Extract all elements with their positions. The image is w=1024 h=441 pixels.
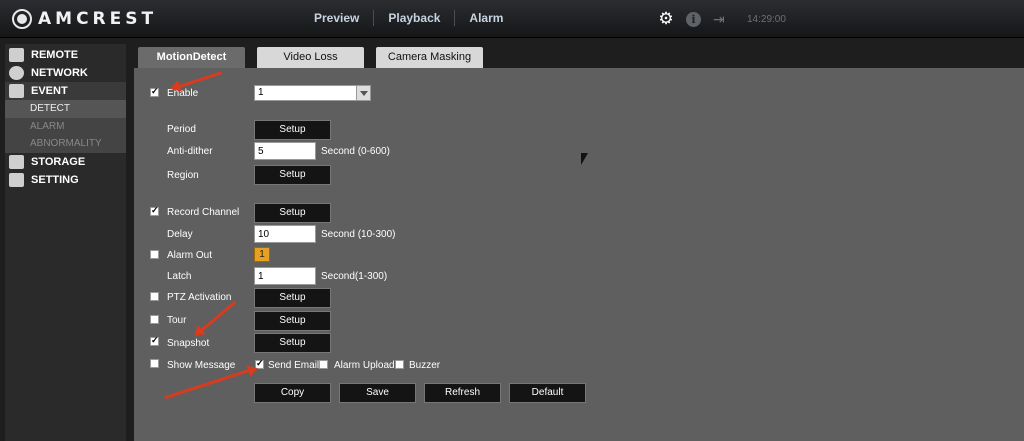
alarm-out-label: Alarm Out [167, 250, 213, 261]
top-bar: AMCREST Preview Playback Alarm ⚙ i ⇥ 14:… [0, 0, 1024, 38]
tour-setup-button[interactable]: Setup [254, 311, 331, 331]
show-message-label: Show Message [167, 360, 236, 371]
delay-input[interactable]: 10 [254, 225, 316, 243]
delay-unit: Second (10-300) [321, 229, 396, 240]
info-icon[interactable]: i [686, 11, 701, 27]
tab-bar: MotionDetect Video Loss Camera Masking [138, 47, 495, 68]
nav-playback[interactable]: Playback [374, 10, 456, 26]
record-channel-setup-button[interactable]: Setup [254, 203, 331, 223]
save-button[interactable]: Save [339, 383, 416, 403]
sidebar-sub-alarm[interactable]: ALARM [5, 117, 126, 135]
alarm-upload-label: Alarm Upload [334, 360, 395, 371]
sidebar-item-network[interactable]: NETWORK [5, 64, 126, 82]
alarm-out-channel-button[interactable]: 1 [254, 247, 270, 262]
buzzer-checkbox[interactable] [395, 360, 404, 369]
sidebar-item-label: EVENT [31, 85, 68, 97]
channel-select[interactable]: 1 [254, 85, 371, 101]
alarm-out-checkbox[interactable] [150, 250, 159, 259]
brand-logo: AMCREST [12, 9, 157, 29]
sidebar-item-label: NETWORK [31, 67, 88, 79]
warning-icon [9, 84, 24, 98]
tab-camera-masking[interactable]: Camera Masking [376, 47, 483, 68]
default-button[interactable]: Default [509, 383, 586, 403]
mouse-cursor-icon [581, 153, 588, 165]
sidebar-item-storage[interactable]: STORAGE [5, 153, 126, 171]
globe-icon [9, 66, 24, 80]
snapshot-label: Snapshot [167, 338, 210, 349]
brand-name: AMCREST [38, 9, 158, 29]
camera-icon [9, 48, 24, 62]
anti-dither-label: Anti-dither [167, 146, 213, 157]
copy-button[interactable]: Copy [254, 383, 331, 403]
sidebar-sub-abnormality[interactable]: ABNORMALITY [5, 135, 126, 153]
channel-select-value: 1 [258, 87, 264, 98]
storage-icon [9, 154, 24, 169]
tab-video-loss[interactable]: Video Loss [257, 47, 364, 68]
record-channel-label: Record Channel [167, 207, 240, 218]
clock: 14:29:00 [747, 13, 786, 25]
monitor-icon [9, 172, 24, 187]
main-nav: Preview Playback Alarm [300, 10, 517, 26]
delay-label: Delay [167, 229, 193, 240]
ptz-setup-button[interactable]: Setup [254, 288, 331, 308]
latch-unit: Second(1-300) [321, 271, 388, 282]
sidebar: REMOTE NETWORK EVENT DETECT ALARM ABNORM… [5, 44, 126, 441]
logo-icon [12, 9, 32, 29]
settings-panel: Enable 1 Period Setup Anti-dither 5 Seco… [134, 68, 1024, 441]
region-setup-button[interactable]: Setup [254, 165, 331, 185]
latch-label: Latch [167, 271, 192, 282]
period-label: Period [167, 124, 196, 135]
sidebar-sub-detect[interactable]: DETECT [5, 100, 126, 118]
anti-dither-unit: Second (0-600) [321, 146, 390, 157]
show-message-checkbox[interactable] [150, 359, 159, 368]
anti-dither-input[interactable]: 5 [254, 142, 316, 160]
nav-alarm[interactable]: Alarm [455, 10, 517, 26]
record-channel-checkbox[interactable] [150, 205, 159, 216]
nav-preview[interactable]: Preview [300, 10, 375, 26]
enable-checkbox[interactable] [150, 86, 159, 97]
chevron-down-icon [356, 86, 370, 100]
logout-icon[interactable]: ⇥ [713, 12, 729, 26]
sidebar-item-label: REMOTE [31, 49, 79, 61]
sidebar-item-label: SETTING [31, 173, 79, 186]
refresh-button[interactable]: Refresh [424, 383, 501, 403]
ptz-checkbox[interactable] [150, 292, 159, 301]
gear-icon[interactable]: ⚙ [657, 10, 675, 28]
region-label: Region [167, 170, 199, 181]
snapshot-setup-button[interactable]: Setup [254, 333, 331, 353]
sidebar-item-remote[interactable]: REMOTE [5, 46, 126, 64]
send-email-label: Send Email [268, 360, 320, 371]
sidebar-item-setting[interactable]: SETTING [5, 171, 126, 189]
header-tools: ⚙ i ⇥ 14:29:00 [657, 10, 786, 28]
sidebar-item-event[interactable]: EVENT [5, 82, 126, 100]
sidebar-item-label: STORAGE [31, 155, 86, 168]
ptz-label: PTZ Activation [167, 292, 232, 303]
tour-checkbox[interactable] [150, 315, 159, 324]
tour-label: Tour [167, 315, 187, 326]
snapshot-checkbox[interactable] [150, 335, 159, 346]
tab-motion-detect[interactable]: MotionDetect [138, 47, 245, 68]
alarm-upload-checkbox[interactable] [319, 360, 328, 369]
buzzer-label: Buzzer [409, 360, 441, 371]
latch-input[interactable]: 1 [254, 267, 316, 285]
period-setup-button[interactable]: Setup [254, 120, 331, 140]
